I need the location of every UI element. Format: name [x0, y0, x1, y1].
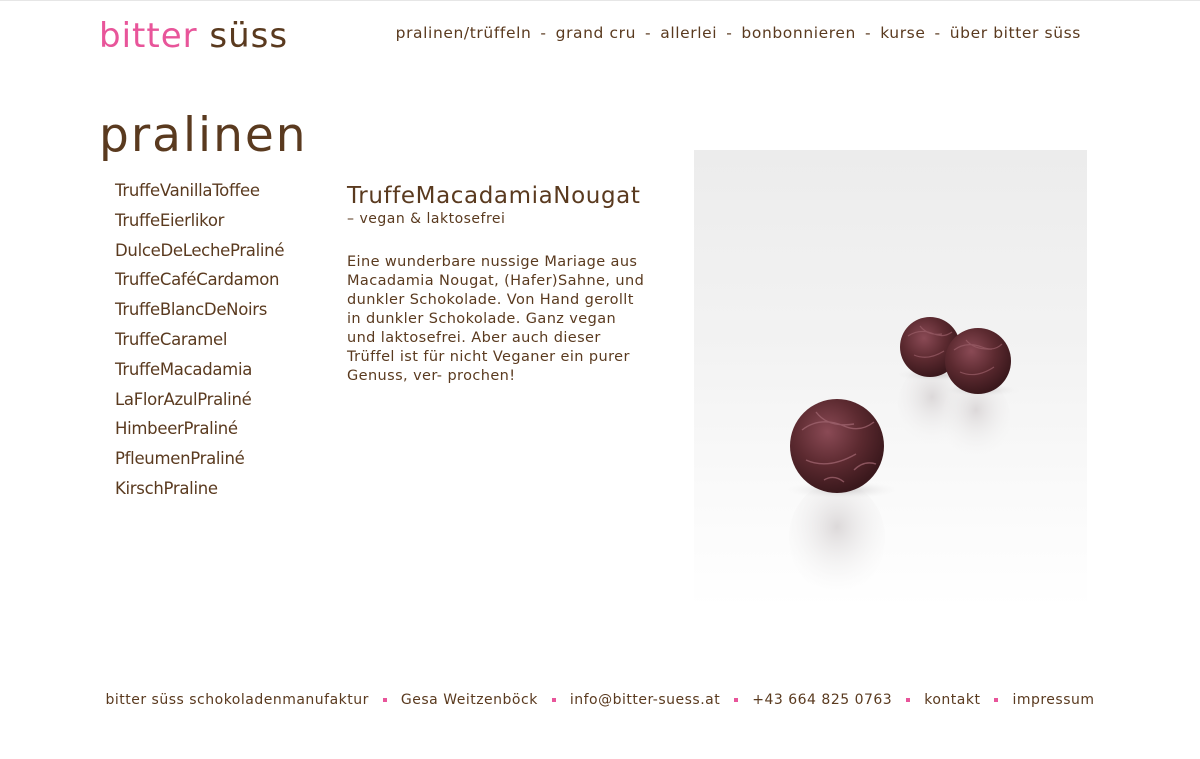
product-link-truffe-vanilla-toffee[interactable]: TruffeVanillaToffee	[115, 180, 284, 210]
footer-bullet	[551, 698, 556, 702]
nav-separator: -	[540, 24, 547, 42]
page-title: pralinen	[99, 108, 308, 163]
product-photo	[694, 150, 1087, 609]
footer-company: bitter süss schokoladenmanufaktur	[105, 692, 369, 708]
truffles-illustration	[787, 317, 1020, 594]
nav-allerlei[interactable]: allerlei	[660, 24, 717, 42]
logo-word-bitter: bitter	[99, 16, 198, 56]
logo-word-suess: süss	[209, 16, 289, 56]
footer-imprint-link[interactable]: impressum	[1012, 692, 1094, 708]
product-link-truffe-macadamia[interactable]: TruffeMacadamia	[115, 359, 284, 389]
top-border	[0, 0, 1200, 1]
nav-separator: -	[726, 24, 733, 42]
product-list: TruffeVanillaToffee TruffeEierlikor Dulc…	[115, 180, 285, 508]
nav-separator: -	[934, 24, 941, 42]
footer-contact-link[interactable]: kontakt	[924, 692, 980, 708]
nav-separator: -	[864, 24, 872, 42]
product-link-pfleumen-praline[interactable]: PfleumenPraliné	[115, 448, 284, 478]
nav-grand-cru[interactable]: grand cru	[556, 24, 636, 42]
nav-pralinen-trueffeln[interactable]: pralinen/trüffeln	[396, 24, 532, 42]
footer-bullet	[906, 698, 911, 702]
product-link-la-flor-azul-praline[interactable]: LaFlorAzulPraliné	[115, 389, 284, 419]
product-link-truffe-cafe-cardamon[interactable]: TruffeCaféCardamon	[115, 269, 284, 299]
nav-kurse[interactable]: kurse	[880, 24, 925, 42]
footer-bullet	[734, 698, 739, 702]
footer-person: Gesa Weitzenböck	[400, 692, 538, 708]
product-title: TruffeMacadamiaNougat	[347, 183, 641, 209]
product-link-truffe-blanc-de-noirs[interactable]: TruffeBlancDeNoirs	[115, 299, 284, 329]
product-link-dulce-de-leche-praline[interactable]: DulceDeLechePraliné	[115, 240, 285, 270]
product-link-kirsch-praline[interactable]: KirschPraline	[115, 478, 284, 508]
product-link-truffe-eierlikor[interactable]: TruffeEierlikor	[115, 210, 284, 240]
main-navigation: pralinen/trüffeln - grand cru - allerlei…	[396, 24, 1081, 42]
product-description: Eine wunderbare nussige Mariage aus Maca…	[347, 254, 645, 384]
footer-email-link[interactable]: info@bitter-suess.at	[570, 692, 720, 708]
nav-ueber-bitter-suess[interactable]: über bitter süss	[950, 24, 1081, 42]
footer-phone-link[interactable]: +43 664 825 0763	[752, 692, 892, 708]
product-detail: TruffeMacadamiaNougat – vegan & laktosef…	[347, 181, 667, 386]
product-link-truffe-caramel[interactable]: TruffeCaramel	[115, 329, 284, 359]
nav-bonbonnieren[interactable]: bonbonnieren	[741, 24, 856, 42]
product-link-himbeer-praline[interactable]: HimbeerPraliné	[115, 418, 284, 448]
product-subtitle: – vegan & laktosefrei	[347, 211, 506, 227]
site-logo[interactable]: bitter süss	[99, 14, 288, 58]
footer-bullet	[994, 698, 999, 702]
footer-bullet	[382, 698, 387, 702]
nav-separator: -	[645, 24, 652, 42]
footer: bitter süss schokoladenmanufaktur Gesa W…	[0, 692, 1200, 708]
